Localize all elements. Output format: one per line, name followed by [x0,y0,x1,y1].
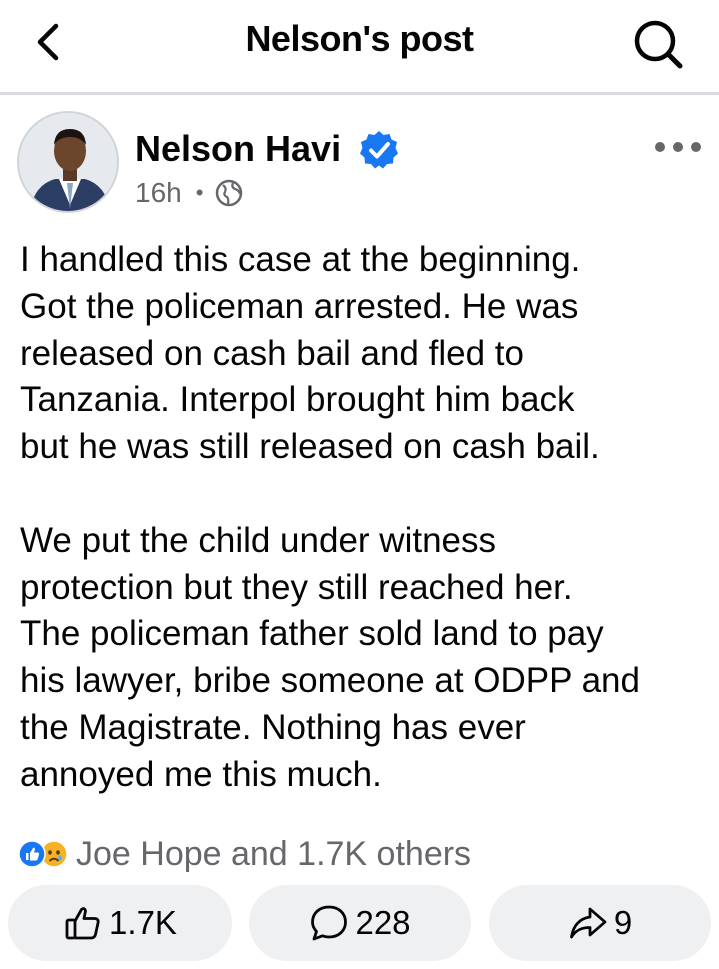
action-bar: 1.7K 228 9 [0,885,719,963]
comment-icon [311,905,348,941]
post-meta: 16h • [135,176,243,210]
verified-badge-icon [358,129,400,171]
thumbs-up-icon [65,907,100,940]
page-title: Nelson's post [245,18,474,59]
author-photo [19,113,117,211]
reactions-summary[interactable]: Joe Hope and 1.7K others [18,834,471,874]
post-time[interactable]: 16h [135,177,182,209]
more-horizontal-icon [655,142,701,152]
comment-count: 228 [355,904,411,941]
author-avatar[interactable] [17,111,119,213]
search-button[interactable] [630,16,686,72]
top-bar: Nelson's post [0,0,719,92]
globe-icon [216,179,243,207]
search-icon [634,20,683,69]
like-count: 1.7K [109,904,177,941]
share-button[interactable]: 9 [489,885,711,961]
meta-separator: • [195,180,204,205]
post-body: I handled this case at the beginning. Go… [20,237,710,799]
post-paragraph: We put the child under witness protectio… [20,520,640,794]
header-divider [0,92,719,95]
more-options-button[interactable] [652,134,704,160]
share-count: 9 [613,904,633,941]
share-icon [569,907,607,939]
reactions-text: Joe Hope and 1.7K others [76,834,472,873]
comment-button[interactable]: 228 [249,885,471,961]
post-paragraph: I handled this case at the beginning. Go… [20,240,600,467]
like-reaction-icon [18,840,46,868]
author-name[interactable]: Nelson Havi [135,128,341,170]
like-button[interactable]: 1.7K [8,885,232,961]
